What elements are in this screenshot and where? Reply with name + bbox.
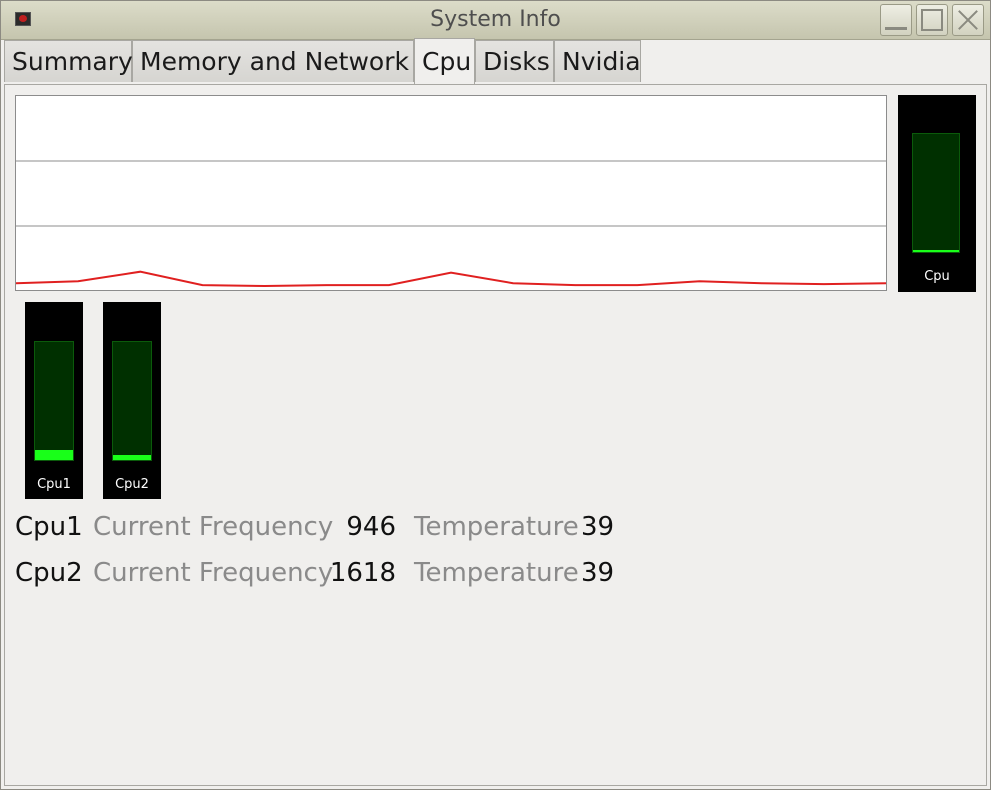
cpu2-meter-level (113, 455, 151, 460)
cpu-usage-graph (15, 95, 887, 291)
close-button[interactable] (952, 4, 984, 36)
cpu2-name: Cpu2 (15, 558, 83, 588)
cpu-total-meter-label: Cpu (924, 269, 950, 284)
tab-cpu[interactable]: Cpu (414, 38, 475, 84)
cpu2-meter-trough (112, 341, 152, 461)
cpu1-temperature-value: 39 (581, 512, 615, 542)
cpu-total-meter-trough (912, 133, 960, 253)
cpu-usage-line (16, 270, 886, 288)
cpu-total-meter-level (913, 250, 959, 252)
cpu1-meter-label: Cpu1 (37, 477, 71, 492)
cpu-total-meter: Cpu (898, 95, 976, 292)
cpu-usage-graph-canvas (16, 160, 886, 288)
cpu1-frequency-value: 946 (346, 512, 396, 542)
tab-summary[interactable]: Summary (4, 40, 133, 82)
maximize-button[interactable] (916, 4, 948, 36)
cpu1-meter-trough (34, 341, 74, 461)
cpu1-info-row: Cpu1 Current Frequency 946 Temperature 3… (15, 507, 635, 547)
cpu2-meter-label: Cpu2 (115, 477, 149, 492)
cpu2-frequency-value: 1618 (329, 558, 396, 588)
title-bar[interactable]: System Info (1, 1, 990, 40)
cpu1-frequency-label: Current Frequency (93, 512, 334, 542)
cpu2-temperature-label: Temperature (414, 558, 579, 588)
cpu1-meter-level (35, 450, 73, 460)
tab-memory-and-network[interactable]: Memory and Network (132, 40, 414, 82)
tab-nvidia[interactable]: Nvidia (554, 40, 641, 82)
cpu2-meter: Cpu2 (103, 302, 161, 499)
minimize-button[interactable] (880, 4, 912, 36)
window-title: System Info (430, 7, 561, 32)
cpu2-frequency-label: Current Frequency (93, 558, 334, 588)
tab-disks[interactable]: Disks (475, 40, 554, 82)
cpu1-meter: Cpu1 (25, 302, 83, 499)
cpu1-temperature-label: Temperature (414, 512, 579, 542)
cpu1-name: Cpu1 (15, 512, 83, 542)
cpu2-temperature-value: 39 (581, 558, 615, 588)
cpu2-info-row: Cpu2 Current Frequency 1618 Temperature … (15, 553, 635, 593)
